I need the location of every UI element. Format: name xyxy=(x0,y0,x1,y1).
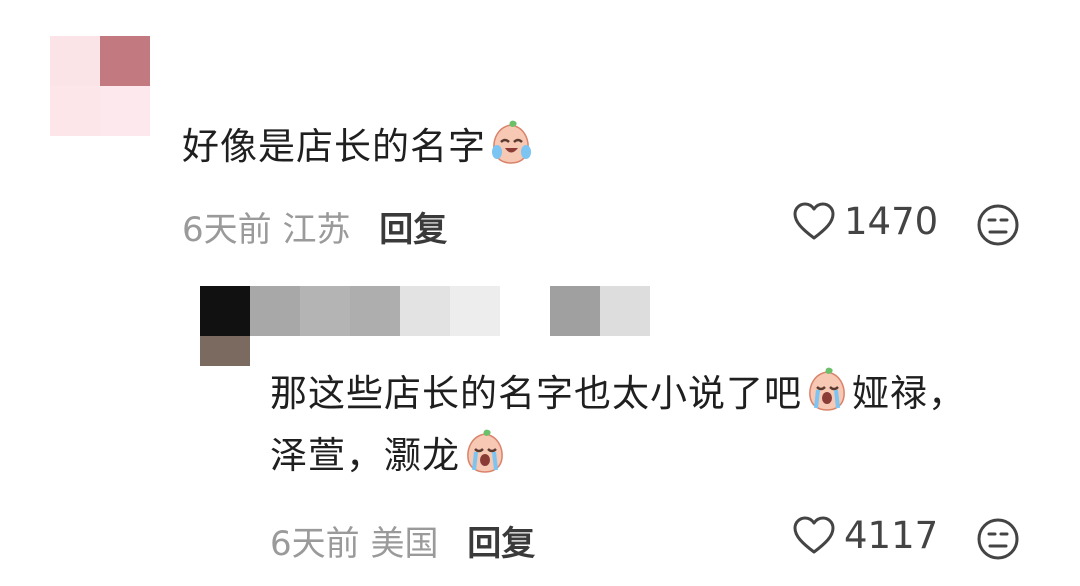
username-pixel xyxy=(450,286,500,336)
comment-location: 江苏 xyxy=(282,210,351,250)
avatar-pixel xyxy=(50,86,100,136)
username-pixel xyxy=(350,286,400,336)
reply-button[interactable]: 回复 xyxy=(467,524,535,564)
comment-body: 好像是店长的名字 xyxy=(182,125,486,168)
meh-face-icon[interactable] xyxy=(976,517,1020,561)
avatar-and-username-blurred[interactable] xyxy=(200,286,650,366)
comment-body: 那这些店长的名字也太小说了吧 xyxy=(270,372,802,415)
comment-time: 6天前 xyxy=(182,210,272,250)
comment-meta: 6天前 美国 回复 xyxy=(270,516,535,565)
username-pixel xyxy=(250,286,300,336)
like-button[interactable]: 4117 xyxy=(792,514,938,557)
comment-text: 那这些店长的名字也太小说了吧 娅禄，泽萱，灏龙 xyxy=(270,363,990,487)
comment-meta: 6天前 江苏 回复 xyxy=(182,202,447,251)
meh-face-icon[interactable] xyxy=(976,203,1020,247)
like-count: 1470 xyxy=(844,200,939,243)
crying-laughing-peach-emoji xyxy=(492,120,531,164)
like-button[interactable]: 1470 xyxy=(792,200,938,243)
comment-text: 好像是店长的名字 xyxy=(182,116,536,178)
reply-button[interactable]: 回复 xyxy=(379,210,447,250)
avatar-pixel xyxy=(200,286,250,336)
avatar-pixel xyxy=(100,86,150,136)
avatar-pixel xyxy=(200,336,250,366)
username-pixel xyxy=(550,286,600,336)
crying-peach-emoji xyxy=(809,367,845,411)
like-count: 4117 xyxy=(844,514,939,557)
username-pixel xyxy=(400,286,450,336)
avatar-pixel xyxy=(50,36,100,86)
avatar[interactable] xyxy=(50,36,150,136)
comment-time: 6天前 xyxy=(270,524,360,564)
avatar-pixel xyxy=(100,36,150,86)
heart-outline-icon xyxy=(793,202,835,239)
crying-peach-emoji xyxy=(467,429,503,473)
comment-location: 美国 xyxy=(370,524,439,564)
heart-outline-icon xyxy=(793,516,835,553)
username-pixel xyxy=(300,286,350,336)
username-pixel xyxy=(600,286,650,336)
